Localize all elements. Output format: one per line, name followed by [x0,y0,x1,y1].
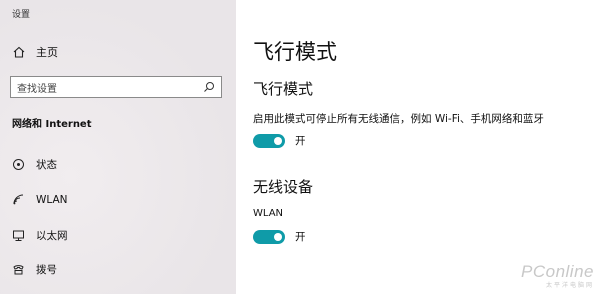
app-title: 设置 [12,10,31,20]
home-label: 主页 [36,46,58,59]
home-nav-item[interactable]: 主页 [12,44,58,60]
search-input[interactable]: 查找设置 [10,76,222,98]
wifi-icon [13,194,24,205]
sidebar-item-dialup[interactable]: 拨号 [12,262,57,277]
sidebar-item-label: 以太网 [36,230,68,242]
wlan-toggle-row: 开 [253,229,306,244]
wireless-devices-heading: 无线设备 [253,178,314,196]
sidebar-item-status[interactable]: 状态 [12,157,57,172]
wlan-device-label: WLAN [253,208,284,219]
home-icon [13,46,25,58]
status-icon [13,159,24,170]
airplane-mode-toggle-row: 开 [253,133,306,148]
wlan-toggle[interactable] [253,229,285,244]
search-placeholder: 查找设置 [17,83,57,95]
sidebar-item-ethernet[interactable]: 以太网 [12,228,68,243]
airplane-mode-toggle[interactable] [253,133,285,148]
section-title: 网络和 Internet [12,119,92,130]
airplane-mode-heading: 飞行模式 [253,80,314,98]
toggle-knob [274,232,282,241]
airplane-mode-description: 启用此模式可停止所有无线通信，例如 Wi-Fi、手机网络和蓝牙 [253,113,544,125]
sidebar-item-wlan[interactable]: WLAN [12,193,68,206]
search-icon[interactable] [203,81,215,93]
sidebar: 设置 主页 查找设置 网络和 Internet 状态 WLAN 以太网 拨号 [0,0,236,294]
page-title: 飞行模式 [253,40,337,64]
watermark-brand: PConline [521,262,594,281]
ethernet-icon [13,230,24,241]
watermark-logo: PConline 太平洋电脑网 [521,262,594,289]
sidebar-item-label: 拨号 [36,264,57,276]
sidebar-item-label: WLAN [36,193,68,206]
wlan-toggle-state: 开 [295,231,306,243]
sidebar-item-label: 状态 [36,159,57,171]
dialup-icon [13,265,24,275]
toggle-knob [274,136,282,145]
airplane-mode-toggle-state: 开 [295,135,306,147]
